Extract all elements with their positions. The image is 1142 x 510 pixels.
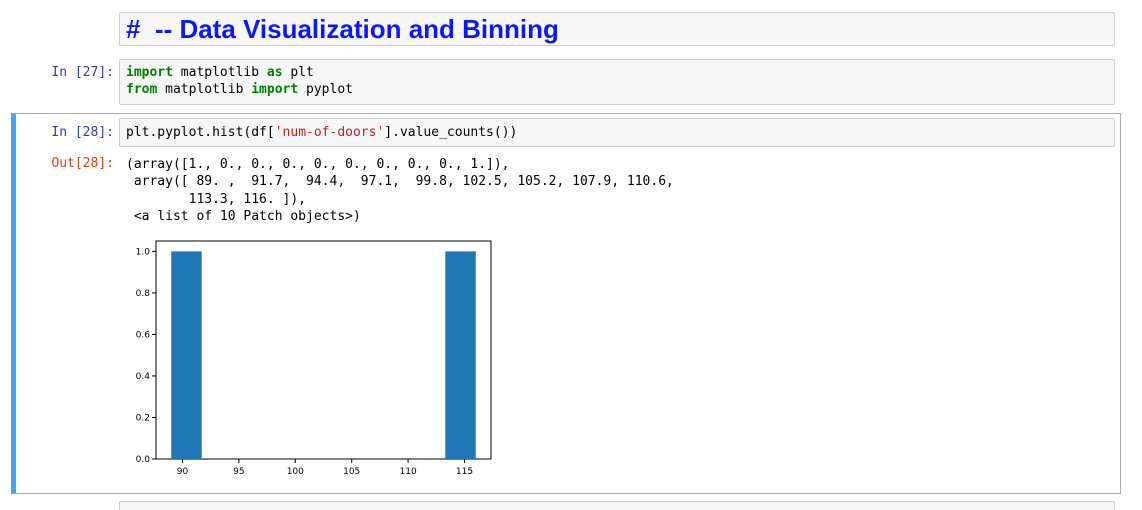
code-token: matplotlib	[157, 82, 252, 97]
x-tick-label: 115	[456, 467, 473, 477]
output-text: (array([1., 0., 0., 0., 0., 0., 0., 0., …	[126, 157, 674, 224]
x-tick-label: 100	[287, 467, 304, 477]
keyword-token: import	[126, 65, 173, 80]
output-prompt-28: Out[28]:	[51, 156, 114, 171]
code-cell-28[interactable]: plt.pyplot.hist(df['num-of-doors'].value…	[119, 118, 1115, 147]
code-line: from matplotlib import pyplot	[126, 81, 353, 98]
x-tick-label: 110	[400, 467, 417, 477]
y-tick-label: 1.0	[136, 247, 151, 257]
x-tick-label: 95	[233, 467, 244, 477]
markdown-cell[interactable]: # -- Data Visualization and Binning	[119, 12, 1115, 46]
code-token: plt	[282, 65, 314, 80]
markdown-heading: # -- Data Visualization and Binning	[126, 14, 559, 44]
keyword-token: as	[266, 65, 283, 80]
y-tick-label: 0.8	[136, 289, 151, 299]
y-tick-label: 0.6	[136, 330, 151, 340]
code-cell-27[interactable]: import matplotlib as plt from matplotlib …	[119, 59, 1115, 105]
keyword-token: import	[251, 82, 299, 97]
code-line: plt.pyplot.hist(df['num-of-doors'].value…	[126, 124, 517, 141]
next-code-cell[interactable]	[119, 501, 1115, 510]
plot-area	[155, 240, 492, 460]
code-token: ].value_counts())	[384, 125, 518, 140]
code-token: matplotlib	[172, 65, 267, 80]
code-token: plt.pyplot.hist(df[	[126, 125, 275, 140]
keyword-token: from	[126, 82, 158, 97]
x-tick-label: 105	[343, 467, 360, 477]
string-token: 'num-of-doors'	[274, 125, 385, 140]
x-tick-label: 90	[177, 467, 189, 477]
input-prompt-28: In [28]:	[51, 125, 114, 140]
code-line: import matplotlib as plt	[126, 64, 314, 81]
histogram-bar	[171, 251, 202, 459]
histogram-bar	[445, 251, 476, 459]
input-prompt-27: In [27]:	[51, 65, 114, 80]
y-tick-label: 0.4	[136, 372, 151, 382]
histogram-chart: 90 95 100 105 110 115 0.0 0.2 0.4 0.6 0.8 1.0	[136, 240, 492, 477]
code-token: pyplot	[298, 82, 353, 97]
y-tick-label: 0.2	[136, 413, 150, 423]
y-tick-label: 0.0	[136, 455, 151, 465]
